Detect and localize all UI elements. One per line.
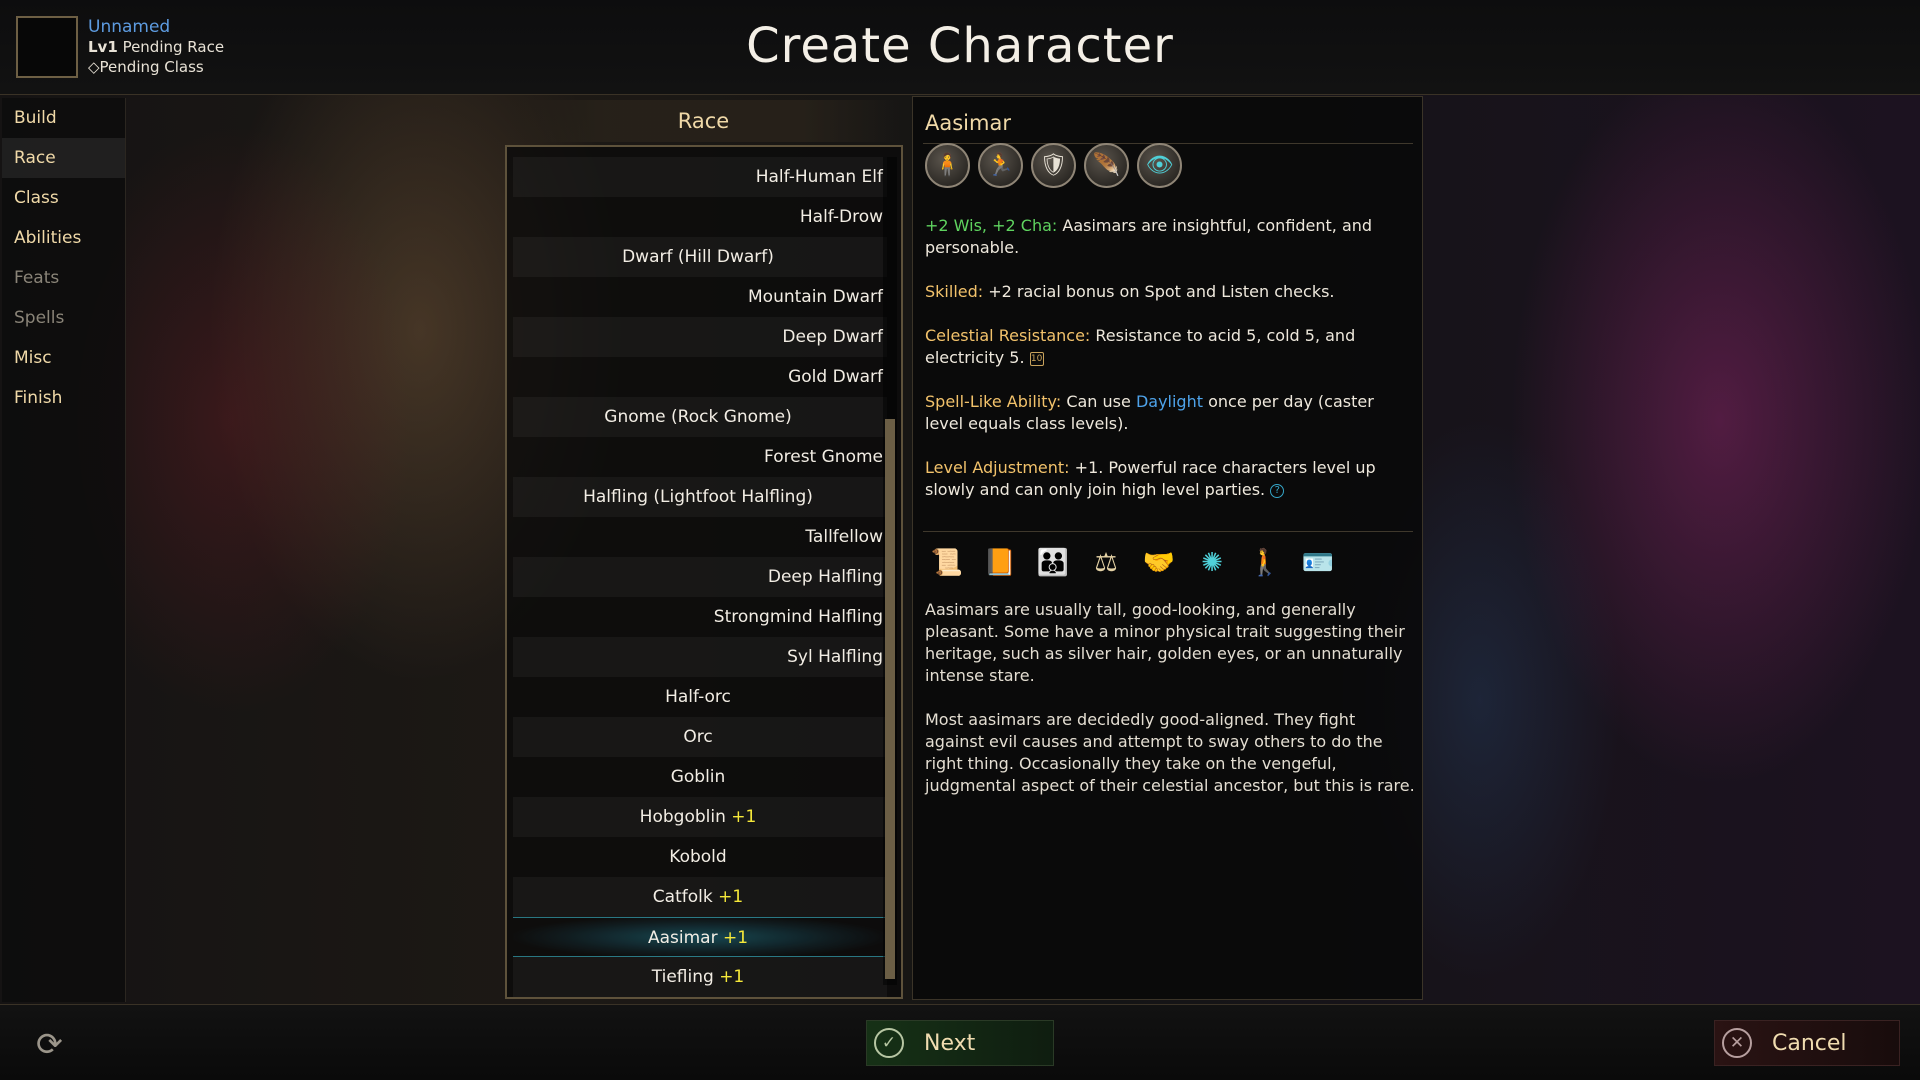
trait-text: Can use [1066,392,1131,411]
race-list-scrollbar[interactable] [883,157,897,985]
reset-icon[interactable]: ⟳ [36,1025,63,1063]
trait-label: Celestial Resistance: [925,326,1091,345]
race-detail-title: Aasimar [925,111,1011,135]
nav-item-race[interactable]: Race [2,138,125,178]
trait-level-adjustment: Level Adjustment: +1. Powerful race char… [925,457,1415,501]
nav-item-finish[interactable]: Finish [2,378,125,418]
race-item[interactable]: Kobold [513,837,887,877]
race-item[interactable]: Tallfellow [513,517,887,557]
level-adjustment-badge: +1 [731,807,757,827]
trait-label: +2 Wis, +2 Cha: [925,216,1058,235]
trait-label: Spell-Like Ability: [925,392,1062,411]
book-icon[interactable]: 📙 [978,541,1022,585]
race-item[interactable]: Deep Halfling [513,557,887,597]
race-item[interactable]: Goblin [513,757,887,797]
deity-icon[interactable]: ✺ [1190,541,1234,585]
nav-item-feats[interactable]: Feats [2,258,125,298]
race-item[interactable]: Gnome (Rock Gnome) [513,397,887,437]
trait-list: +2 Wis, +2 Cha: Aasimars are insightful,… [925,215,1415,523]
daylight-spell-link[interactable]: Daylight [1136,392,1203,411]
race-list: Half-Human Elf Half-Drow Dwarf (Hill Dwa… [513,157,887,997]
description-paragraph: Most aasimars are decidedly good-aligned… [925,710,1415,795]
race-item[interactable]: Dwarf (Hill Dwarf) [513,237,887,277]
council-icon[interactable]: ⚖ [1084,541,1128,585]
next-button[interactable]: ✓ Next [866,1020,1054,1066]
bird-helm-icon[interactable]: 🪶 [1084,143,1129,188]
scroll-icon[interactable]: 📜 [925,541,969,585]
scrollbar-thumb[interactable] [885,419,895,979]
race-item[interactable]: Strongmind Halfling [513,597,887,637]
trait-text: +2 racial bonus on Spot and Listen check… [988,282,1335,301]
step-navigation: Build Race Class Abilities Feats Spells … [2,98,126,1002]
race-item[interactable]: Tiefling +1 [513,957,887,997]
shield-sword-icon[interactable]: 🛡 [1031,143,1076,188]
level-adjustment-badge: +1 [718,887,744,907]
race-item[interactable]: Half-Drow [513,197,887,237]
nav-item-class[interactable]: Class [2,178,125,218]
race-list-panel: Half-Human Elf Half-Drow Dwarf (Hill Dwa… [505,145,903,999]
eye-icon[interactable]: 👁 [1137,143,1182,188]
level-adjustment-badge: +1 [722,928,749,948]
traveler-icon[interactable]: 🚶 [1243,541,1287,585]
trait-label: Skilled: [925,282,984,301]
nav-item-abilities[interactable]: Abilities [2,218,125,258]
race-item[interactable]: Half-orc [513,677,887,717]
race-description: Aasimars are usually tall, good-looking,… [925,599,1415,819]
race-item[interactable]: Forest Gnome [513,437,887,477]
description-paragraph: Aasimars are usually tall, good-looking,… [925,600,1405,685]
rule-reference-badge[interactable]: 10 [1029,351,1044,366]
close-icon: ✕ [1722,1028,1752,1058]
level-adjustment-badge: +1 [719,967,745,987]
nav-item-build[interactable]: Build [2,98,125,138]
bottom-bar: ⟳ ✓ Next ✕ Cancel [0,1004,1920,1080]
trait-label: Level Adjustment: [925,458,1070,477]
trait-spell-like-ability: Spell-Like Ability: Can use Daylight onc… [925,391,1415,435]
top-bar: Unnamed Lv1 Pending Race ◇Pending Class … [0,0,1920,95]
feature-icon-row: 📜 📙 👪 ⚖ 🤝 ✺ 🚶 🪪 [925,541,1340,585]
check-icon: ✓ [874,1028,904,1058]
race-item[interactable]: Hobgoblin +1 [513,797,887,837]
race-item-selected[interactable]: Aasimar +1 [513,917,887,957]
nav-item-spells[interactable]: Spells [2,298,125,338]
race-item[interactable]: Deep Dwarf [513,317,887,357]
trait-skilled: Skilled: +2 racial bonus on Spot and Lis… [925,281,1415,303]
id-card-icon[interactable]: 🪪 [1296,541,1340,585]
race-item[interactable]: Syl Halfling [513,637,887,677]
nav-item-misc[interactable]: Misc [2,338,125,378]
race-item[interactable]: Mountain Dwarf [513,277,887,317]
trait-icon-row: 🧍 🏃 🛡 🪶 👁 [925,143,1182,188]
cancel-button-label: Cancel [1772,1030,1847,1056]
race-item[interactable]: Orc [513,717,887,757]
race-item[interactable]: Catfolk +1 [513,877,887,917]
cancel-button[interactable]: ✕ Cancel [1714,1020,1900,1066]
trait-celestial-resistance: Celestial Resistance: Resistance to acid… [925,325,1415,369]
divider [923,531,1413,532]
race-detail-panel: Aasimar 🧍 🏃 🛡 🪶 👁 +2 Wis, +2 Cha: Aasima… [912,96,1423,1000]
running-figure-icon[interactable]: 🏃 [978,143,1023,188]
race-item[interactable]: Half-Human Elf [513,157,887,197]
family-icon[interactable]: 👪 [1031,541,1075,585]
handshake-icon[interactable]: 🤝 [1137,541,1181,585]
race-item[interactable]: Gold Dwarf [513,357,887,397]
humanoid-icon[interactable]: 🧍 [925,143,970,188]
race-list-header: Race [506,100,901,142]
help-icon[interactable]: ? [1270,483,1285,498]
race-item[interactable]: Halfling (Lightfoot Halfling) [513,477,887,517]
page-title: Create Character [746,18,1174,74]
trait-abilities: +2 Wis, +2 Cha: Aasimars are insightful,… [925,215,1415,259]
next-button-label: Next [924,1030,976,1056]
